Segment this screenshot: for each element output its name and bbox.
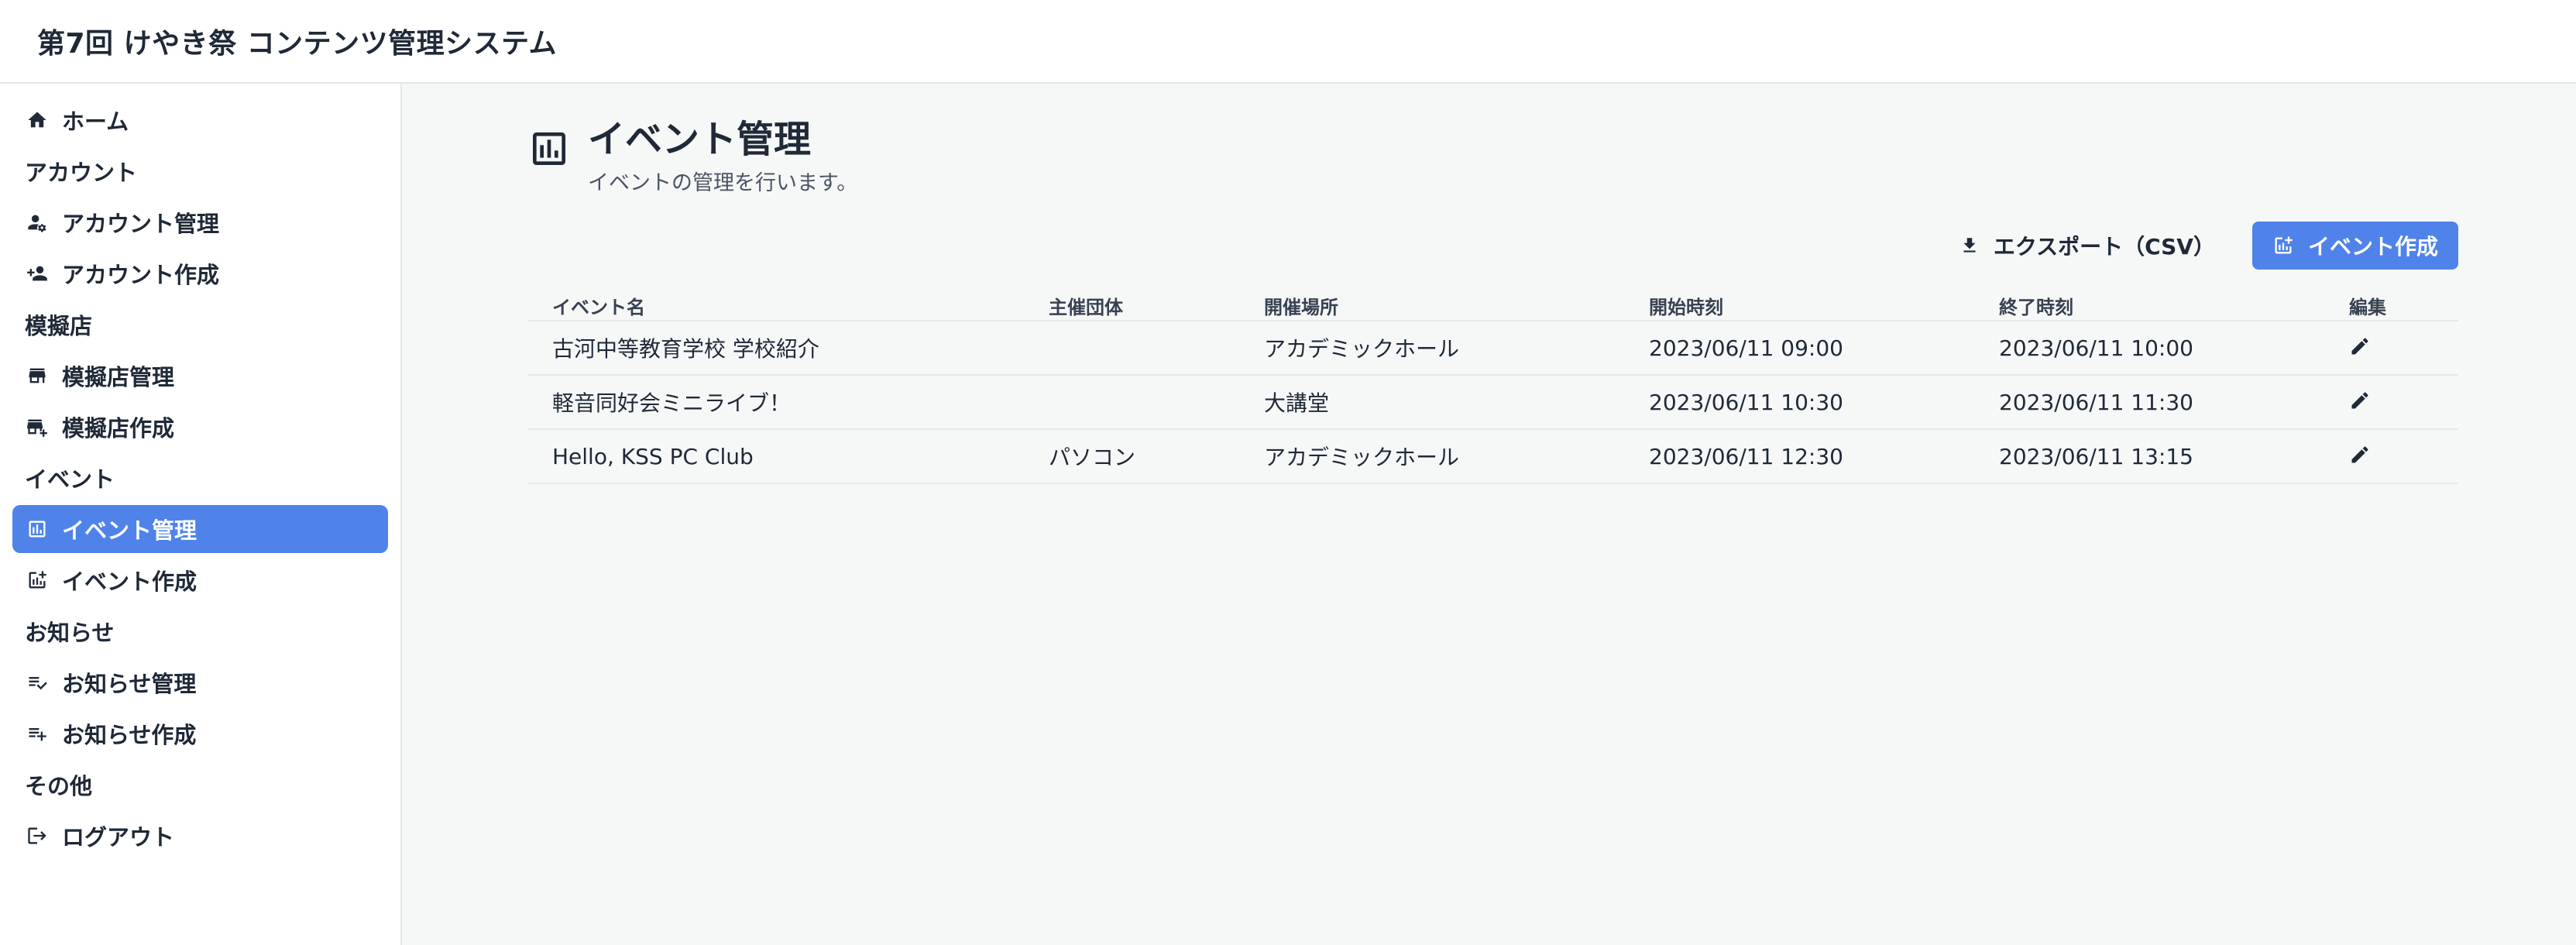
- sidebar-section-label: イベント: [25, 466, 115, 493]
- sidebar-item-label: イベント作成: [62, 569, 197, 595]
- sidebar-item-label: イベント管理: [62, 517, 197, 544]
- add-chart-icon: [25, 568, 50, 593]
- table-cell: 2023/06/11 10:30: [1624, 375, 1974, 430]
- create-event-button[interactable]: イベント作成: [2251, 222, 2458, 270]
- table-cell: アカデミックホール: [1239, 429, 1624, 484]
- events-table: イベント名 主催団体 開催場所 開始時刻 終了時刻 編集 古河中等教育学校 学校紹介アカデ…: [527, 291, 2458, 484]
- edit-icon[interactable]: [2349, 334, 2374, 359]
- table-row: 古河中等教育学校 学校紹介 アカデミックホール 2023/06/11 09:00 20…: [527, 321, 2458, 376]
- table-cell: [1024, 321, 1239, 376]
- app-header: 第7回 けやき祭 コンテンツ管理システム: [0, 0, 2576, 84]
- table-cell: 2023/06/11 12:30: [1624, 429, 1974, 484]
- sidebar: ホームアカウントアカウント管理 アカウント作成模擬店模擬店管理模擬店作成イベントイ…: [0, 84, 402, 945]
- edit-icon[interactable]: [2349, 388, 2374, 413]
- table-cell: 大講堂: [1239, 375, 1624, 430]
- table-cell: アカデミックホール: [1239, 321, 1624, 376]
- sidebar-item[interactable]: イベント管理: [12, 505, 388, 553]
- table-cell: 古河中等教育学校 学校紹介: [527, 321, 1024, 376]
- table-cell: パソコン: [1024, 429, 1239, 484]
- home-icon: [25, 108, 50, 132]
- sidebar-section-label: アカウント: [25, 160, 138, 186]
- add-business-icon: [25, 414, 50, 439]
- sidebar-item-label: アカウント管理: [62, 211, 220, 237]
- person-add-icon: [25, 261, 50, 286]
- column-header: 開始時刻: [1624, 291, 1974, 321]
- store-icon: [25, 363, 50, 388]
- table-cell-edit: [2324, 321, 2458, 376]
- table-header-row: イベント名 主催団体 開催場所 開始時刻 終了時刻 編集: [527, 291, 2458, 321]
- column-header: 主催団体: [1024, 291, 1239, 321]
- column-header: 編集: [2324, 291, 2458, 321]
- sidebar-item[interactable]: ログアウト: [12, 812, 388, 860]
- create-event-label: イベント作成: [2307, 234, 2438, 259]
- sidebar-item-label: アカウント作成: [62, 262, 220, 288]
- analytics-icon: [527, 127, 571, 170]
- playlist-check-icon: [25, 670, 50, 695]
- manage-accounts-icon: [25, 210, 50, 235]
- table-cell: Hello, KSS PC Club: [527, 429, 1024, 484]
- table-body: 古河中等教育学校 学校紹介 アカデミックホール 2023/06/11 09:00 20…: [527, 321, 2458, 484]
- page-title: イベント管理: [588, 118, 812, 161]
- table-cell: [1024, 375, 1239, 430]
- sidebar-item-label: ホーム: [62, 108, 129, 135]
- table-cell-edit: [2324, 429, 2458, 484]
- sidebar-item[interactable]: お知らせ管理: [12, 658, 388, 706]
- column-header: 開催場所: [1239, 291, 1624, 321]
- column-header: イベント名: [527, 291, 1024, 321]
- sidebar-item-label: ログアウト: [62, 824, 175, 850]
- sidebar-item[interactable]: イベント作成: [12, 556, 388, 604]
- sidebar-item[interactable]: お知らせ作成: [12, 710, 388, 758]
- sidebar-section-label: その他: [25, 773, 93, 799]
- download-icon: [1963, 238, 1976, 253]
- sidebar-item[interactable]: 模擬店管理: [12, 352, 388, 400]
- export-csv-button[interactable]: エクスポート（CSV）: [1941, 222, 2234, 270]
- sidebar-item[interactable]: ホーム: [12, 96, 388, 144]
- table-cell: 軽音同好会ミニライブ！: [527, 375, 1024, 430]
- export-csv-label: エクスポート（CSV）: [1993, 234, 2215, 259]
- edit-icon[interactable]: [2349, 442, 2374, 467]
- sidebar-item[interactable]: 模擬店作成: [12, 403, 388, 451]
- sidebar-item-label: 模擬店管理: [62, 364, 175, 390]
- table-cell: 2023/06/11 13:15: [1974, 429, 2324, 484]
- page-header: イベント管理 イベントの管理を行います。: [527, 115, 857, 196]
- table-cell: 2023/06/11 11:30: [1974, 375, 2324, 430]
- sidebar-section-label: お知らせ: [25, 620, 115, 646]
- sidebar-section-label: 模擬店: [25, 313, 93, 339]
- table-row: 軽音同好会ミニライブ！ 大講堂 2023/06/11 10:30 2023/06/11…: [527, 375, 2458, 430]
- analytics-icon: [25, 517, 50, 541]
- playlist-add-icon: [25, 721, 50, 746]
- sidebar-item-label: お知らせ作成: [62, 722, 197, 748]
- logout-icon: [25, 823, 50, 848]
- app-title: 第7回 けやき祭 コンテンツ管理システム: [37, 28, 558, 60]
- sidebar-item[interactable]: アカウント管理: [12, 198, 388, 246]
- table-cell: 2023/06/11 09:00: [1624, 321, 1974, 376]
- table-cell: 2023/06/11 10:00: [1974, 321, 2324, 376]
- page-subtitle: イベントの管理を行います。: [588, 171, 858, 195]
- column-header: 終了時刻: [1974, 291, 2324, 321]
- sidebar-item[interactable]: アカウント作成: [12, 249, 388, 297]
- table-row: Hello, KSS PC Club パソコン アカデミックホール 2023/06/1…: [527, 429, 2458, 484]
- add-chart-icon: [2275, 236, 2293, 254]
- main-content: イベント管理 イベントの管理を行います。 エクスポート（CSV） イベント作成 …: [404, 84, 2576, 945]
- table-cell-edit: [2324, 375, 2458, 430]
- sidebar-item-label: お知らせ管理: [62, 671, 197, 697]
- sidebar-item-label: 模擬店作成: [62, 415, 175, 442]
- toolbar: エクスポート（CSV） イベント作成: [1941, 222, 2458, 270]
